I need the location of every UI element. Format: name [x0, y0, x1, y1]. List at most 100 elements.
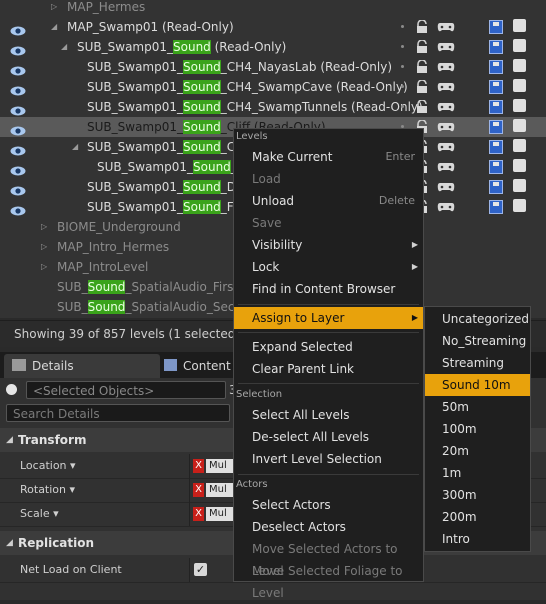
gamepad-icon[interactable]: [437, 60, 455, 74]
level-row[interactable]: SUB_Swamp01_Sound_CH4_NayasLab (Read-Onl…: [0, 57, 546, 77]
unload-item[interactable]: Unload Delete: [234, 190, 423, 212]
search-details-input[interactable]: Search Details: [6, 404, 230, 422]
lock-icon[interactable]: [415, 99, 429, 114]
expand-arrow-icon[interactable]: ▷: [51, 0, 57, 17]
clear-parent-link-item[interactable]: Clear Parent Link: [234, 358, 423, 380]
visibility-eye-icon[interactable]: [10, 162, 26, 176]
lock-icon[interactable]: [415, 59, 429, 74]
rotation-reset-button[interactable]: X: [193, 483, 204, 497]
expand-arrow-icon[interactable]: ▷: [41, 217, 47, 237]
visibility-eye-icon[interactable]: [10, 142, 26, 156]
layer-item[interactable]: Uncategorized: [425, 308, 530, 330]
save-floppy-icon[interactable]: [489, 40, 503, 54]
gamepad-icon[interactable]: [437, 180, 455, 194]
level-color-swatch[interactable]: [513, 159, 526, 172]
level-row[interactable]: SUB_Swamp01_Sound_CH4_SwampTunnels (Read…: [0, 97, 546, 117]
layer-item[interactable]: 50m: [425, 396, 530, 418]
select-actors-item[interactable]: Select Actors: [234, 494, 423, 516]
select-all-levels-item[interactable]: Select All Levels: [234, 404, 423, 426]
level-name: SUB_Swamp01_Sound_CH4_NayasLab (Read-Onl…: [87, 60, 393, 74]
level-color-swatch[interactable]: [513, 139, 526, 152]
scale-dropdown[interactable]: Scale ▾: [20, 502, 59, 526]
expand-arrow-icon[interactable]: ▷: [41, 257, 47, 277]
save-item[interactable]: Save: [234, 212, 423, 234]
lock-icon[interactable]: [415, 79, 429, 94]
visibility-eye-icon[interactable]: [10, 62, 26, 76]
collapse-arrow-icon[interactable]: ◢: [72, 137, 78, 157]
expand-arrow-icon[interactable]: ▷: [41, 237, 47, 257]
layer-item[interactable]: 300m: [425, 484, 530, 506]
gamepad-icon[interactable]: [437, 20, 455, 34]
save-floppy-icon[interactable]: [489, 140, 503, 154]
level-color-swatch[interactable]: [513, 179, 526, 192]
net-load-checkbox[interactable]: ✓: [194, 563, 207, 576]
level-color-swatch[interactable]: [513, 39, 526, 52]
visibility-eye-icon[interactable]: [10, 202, 26, 216]
rotation-dropdown[interactable]: Rotation ▾: [20, 478, 75, 502]
level-color-swatch[interactable]: [513, 59, 526, 72]
level-row[interactable]: ▷ MAP_Hermes: [0, 0, 546, 17]
layer-item[interactable]: Sound 10m: [425, 374, 530, 396]
level-color-swatch[interactable]: [513, 199, 526, 212]
gamepad-icon[interactable]: [437, 120, 455, 134]
save-floppy-icon[interactable]: [489, 60, 503, 74]
gamepad-icon[interactable]: [437, 140, 455, 154]
level-color-swatch[interactable]: [513, 79, 526, 92]
layer-item[interactable]: Streaming 30m: [425, 352, 530, 392]
selected-objects-field[interactable]: <Selected Objects>: [26, 381, 226, 399]
lock-item[interactable]: Lock ▶: [234, 256, 423, 278]
save-floppy-icon[interactable]: [489, 20, 503, 34]
layer-item[interactable]: No_Streaming: [425, 330, 530, 352]
gamepad-icon[interactable]: [437, 160, 455, 174]
level-context-menu: Levels Make Current Enter Load Unload Dele…: [233, 128, 424, 600]
tab-details[interactable]: Details: [4, 354, 160, 378]
visibility-eye-icon[interactable]: [10, 182, 26, 196]
visibility-eye-icon[interactable]: [10, 102, 26, 116]
make-current-item[interactable]: Make Current Enter: [234, 146, 423, 168]
load-item[interactable]: Load: [234, 168, 423, 190]
gamepad-icon[interactable]: [437, 40, 455, 54]
location-reset-button[interactable]: X: [193, 459, 204, 473]
invert-level-selection-item[interactable]: Invert Level Selection: [234, 448, 423, 470]
layer-item[interactable]: Intro: [425, 528, 530, 550]
expand-selected-item[interactable]: Expand Selected: [234, 336, 423, 358]
deselect-actors-item[interactable]: Deselect Actors: [234, 516, 423, 538]
scale-reset-button[interactable]: X: [193, 507, 204, 521]
level-row[interactable]: ◢ SUB_Swamp01_Sound (Read-Only): [0, 37, 546, 57]
save-floppy-icon[interactable]: [489, 200, 503, 214]
save-floppy-icon[interactable]: [489, 180, 503, 194]
gamepad-icon[interactable]: [437, 100, 455, 114]
level-color-swatch[interactable]: [513, 19, 526, 32]
gamepad-icon[interactable]: [437, 80, 455, 94]
visibility-item[interactable]: Visibility ▶: [234, 234, 423, 256]
selection-header: Selection: [236, 389, 283, 400]
layer-item[interactable]: 100m: [425, 418, 530, 440]
layer-item[interactable]: 20m: [425, 440, 530, 462]
level-color-swatch[interactable]: [513, 119, 526, 132]
move-selected-foliage-item[interactable]: Move Selected Foliage to Level: [234, 560, 423, 600]
level-row[interactable]: SUB_Swamp01_Sound_CH4_SwampCave (Read-On…: [0, 77, 546, 97]
level-row[interactable]: ◢ MAP_Swamp01 (Read-Only): [0, 17, 546, 37]
layer-item[interactable]: 1m: [425, 462, 530, 484]
visibility-eye-icon[interactable]: [10, 82, 26, 96]
gamepad-icon[interactable]: [437, 200, 455, 214]
lock-icon[interactable]: [415, 39, 429, 54]
visibility-eye-icon[interactable]: [10, 42, 26, 56]
collapse-arrow-icon[interactable]: ◢: [61, 37, 67, 57]
visibility-eye-icon[interactable]: [10, 22, 26, 36]
move-selected-actors-item[interactable]: Move Selected Actors to Level: [234, 538, 423, 578]
visibility-eye-icon[interactable]: [10, 122, 26, 136]
collapse-arrow-icon[interactable]: ◢: [51, 17, 57, 37]
layer-item[interactable]: 200m: [425, 506, 530, 528]
level-color-swatch[interactable]: [513, 99, 526, 112]
assign-to-layer-item[interactable]: Assign to Layer ▶: [234, 307, 423, 329]
deselect-all-levels-item[interactable]: De-select All Levels: [234, 426, 423, 448]
save-floppy-icon[interactable]: [489, 120, 503, 134]
save-floppy-icon[interactable]: [489, 80, 503, 94]
lock-icon[interactable]: [415, 19, 429, 34]
save-floppy-icon[interactable]: [489, 100, 503, 114]
find-in-content-browser-item[interactable]: Find in Content Browser: [234, 278, 423, 300]
level-name: SUB_Swamp01_Sound_CH4_SwampCave (Read-On…: [87, 80, 408, 94]
save-floppy-icon[interactable]: [489, 160, 503, 174]
location-dropdown[interactable]: Location ▾: [20, 454, 76, 478]
